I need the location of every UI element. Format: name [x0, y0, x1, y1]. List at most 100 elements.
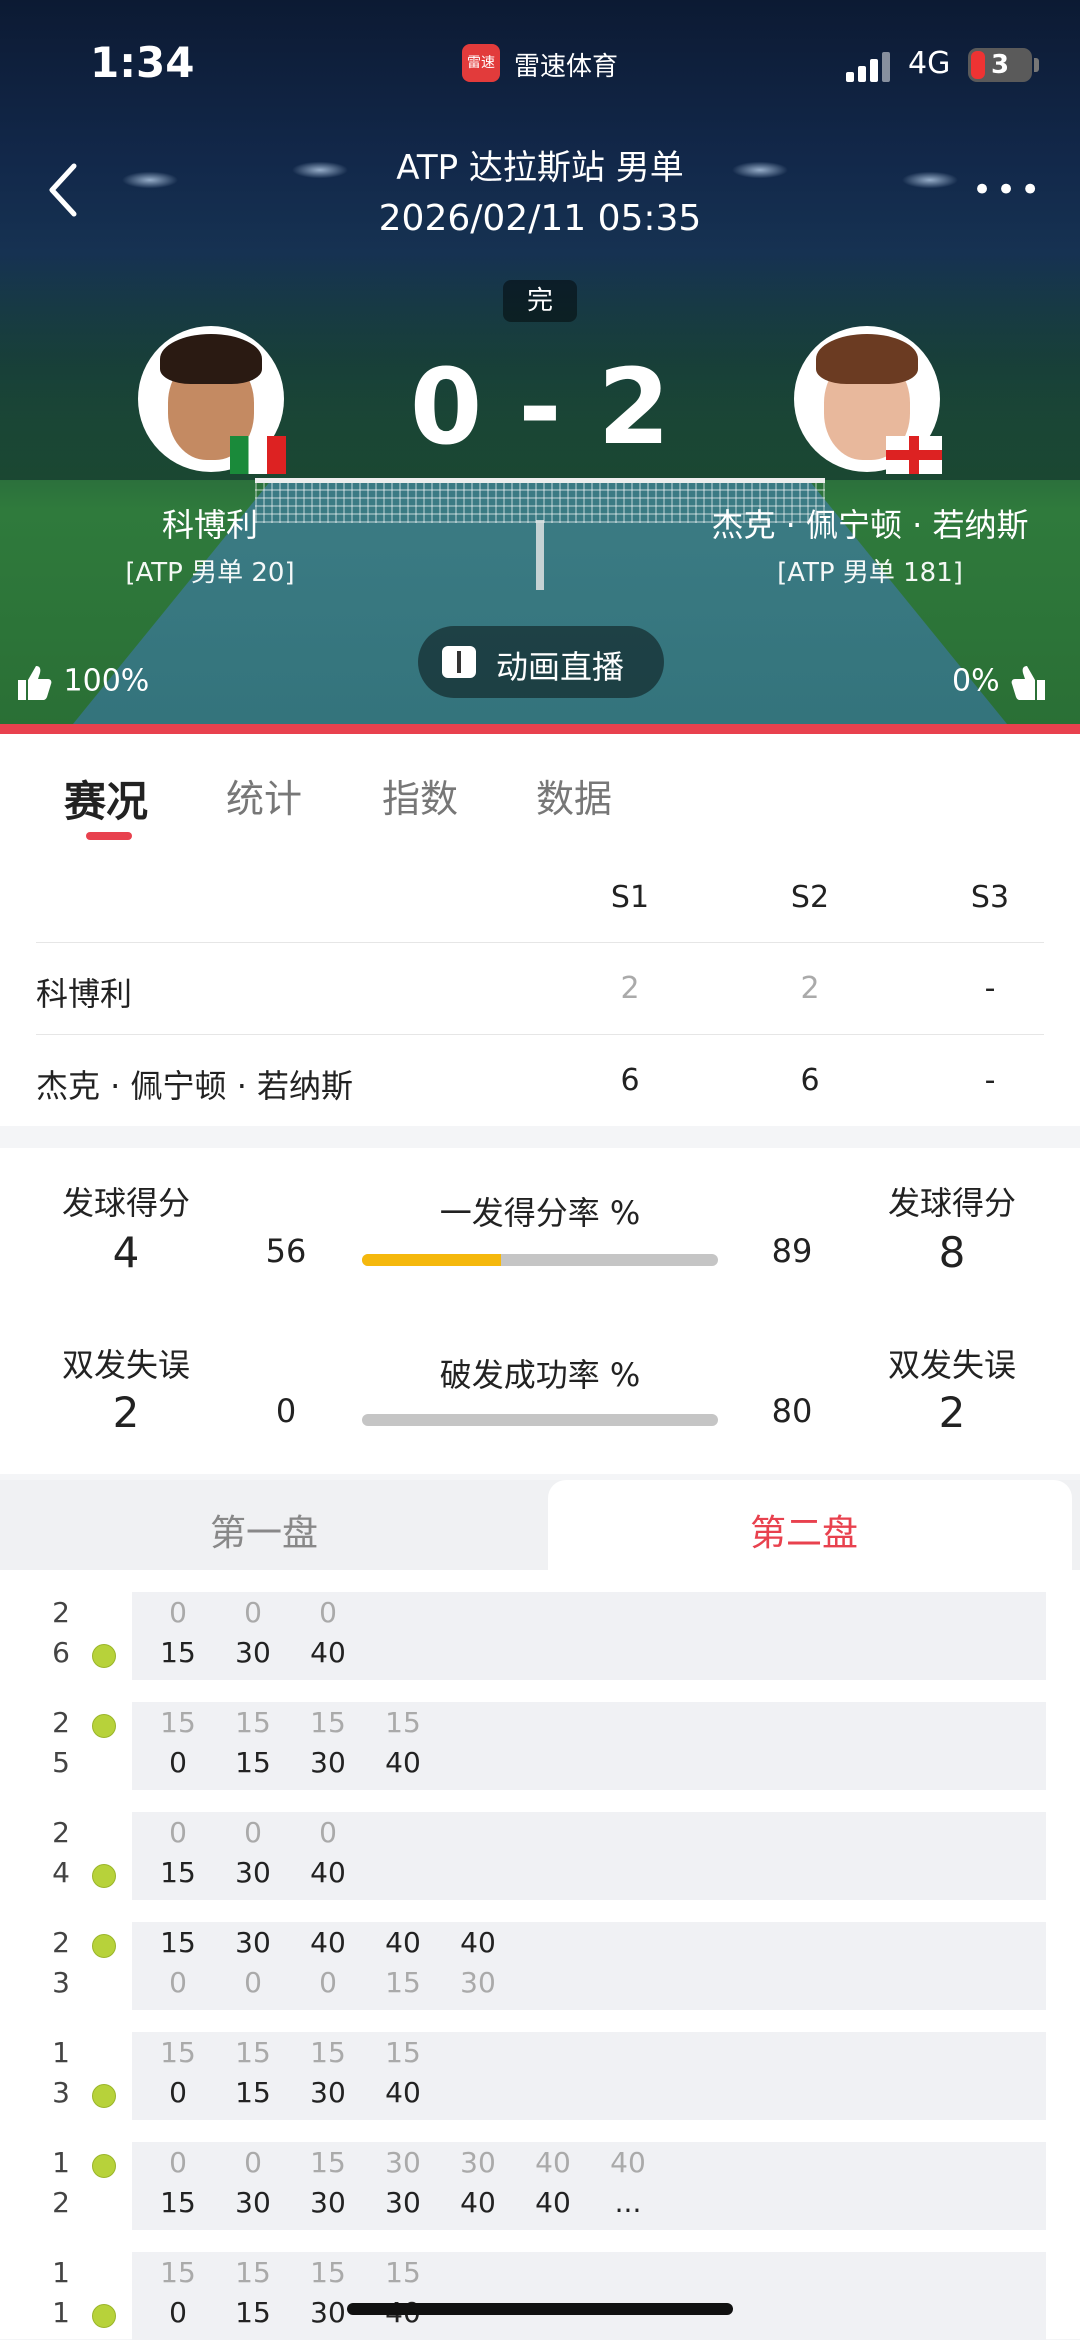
game-score: 1	[52, 2296, 70, 2329]
status-time: 1:34	[90, 38, 195, 87]
thumbs-up-icon	[1011, 666, 1046, 700]
first-serve-title: 一发得分率 %	[439, 1194, 641, 1232]
away-player-rank: [ATP 男单 181]	[777, 558, 963, 588]
game-point: 15	[160, 2256, 196, 2289]
tennis-ball-icon	[92, 2304, 116, 2328]
break-rate-right: 80	[771, 1392, 813, 1430]
match-datetime: 2026/02/11 05:35	[378, 198, 702, 239]
game-point: 15	[235, 2256, 271, 2289]
status-bar: 1:34 雷速 雷速体育 4G 3	[0, 0, 1080, 130]
game-point: 30	[385, 2186, 421, 2219]
game-point: 0	[169, 1746, 187, 1779]
game-point: 15	[160, 1926, 196, 1959]
game-point: 40	[385, 1746, 421, 1779]
game-point: 0	[169, 2296, 187, 2329]
tab-second-set[interactable]: 第二盘	[750, 1504, 858, 1556]
game-score: 2	[52, 1816, 70, 1849]
away-support-percent: 0%	[952, 663, 1000, 699]
home-support[interactable]: 100%	[14, 662, 149, 702]
game-point: 0	[169, 2146, 187, 2179]
game-point: 15	[235, 2036, 271, 2069]
game-point: 15	[160, 1706, 196, 1739]
game-point: 40	[535, 2146, 571, 2179]
home-support-percent: 100%	[63, 663, 150, 699]
serve-points-value: 4	[112, 1228, 140, 1277]
serve-stats: 发球得分 4 一发得分率 % 56 89 发球得分 8 双发失误 2 破发成功率…	[0, 1148, 1080, 1474]
game-point: 15	[160, 1636, 196, 1669]
game-point: 30	[235, 2186, 271, 2219]
first-serve-right: 89	[771, 1232, 813, 1270]
match-status-badge: 完	[503, 280, 577, 322]
signal-icon	[846, 50, 894, 82]
game-point: 40	[385, 1926, 421, 1959]
game-point: 30	[310, 2076, 346, 2109]
game-score: 4	[52, 1856, 70, 1889]
game-list: 2 0 0 0 6 15 30 40 2 15 15 15 15 5 0 15 30 40 2 0 0 0 4 15 30 40 2…	[0, 1570, 1080, 2340]
game-score: 2	[52, 2186, 70, 2219]
network-type: 4G	[908, 46, 951, 81]
game-point: 30	[310, 2186, 346, 2219]
double-fault-label: 双发失误	[61, 1346, 190, 1384]
game-point: 0	[169, 1816, 187, 1849]
home-indicator[interactable]	[347, 2303, 733, 2315]
england-flag-icon	[886, 436, 942, 474]
tennis-ball-icon	[92, 1644, 116, 1668]
game-point: 0	[244, 1966, 262, 1999]
game-point: 15	[160, 2036, 196, 2069]
table-row: 杰克 · 佩宁顿 · 若纳斯 6 6 -	[36, 1034, 1044, 1127]
game-point: 30	[385, 2146, 421, 2179]
set-header: S1	[610, 880, 650, 915]
game-row: 2 0 0 0 6 15 30 40	[0, 1592, 1080, 1680]
game-point: 30	[310, 1746, 346, 1779]
game-point: 0	[169, 2076, 187, 2109]
game-point: 15	[235, 2296, 271, 2329]
tennis-ball-icon	[92, 2154, 116, 2178]
away-support[interactable]: 0%	[952, 662, 1049, 702]
table-row: 科博利 2 2 -	[36, 942, 1044, 1035]
game-point: 15	[385, 2256, 421, 2289]
first-serve-left: 56	[265, 1232, 307, 1270]
app-logo-icon: 雷速	[462, 44, 500, 82]
game-point: 40	[310, 1926, 346, 1959]
tennis-ball-icon	[92, 1864, 116, 1888]
active-tab-indicator	[86, 832, 132, 840]
animation-live-label: 动画直播	[496, 648, 625, 686]
away-player-name[interactable]: 杰克 · 佩宁顿 · 若纳斯	[680, 500, 1060, 546]
game-score: 2	[52, 1706, 70, 1739]
game-point: 0	[169, 1966, 187, 1999]
game-point: 40	[610, 2146, 646, 2179]
game-point: 0	[169, 1596, 187, 1629]
game-point: 40	[460, 1926, 496, 1959]
game-point: 15	[310, 2256, 346, 2289]
game-point: 0	[244, 1596, 262, 1629]
game-point: 0	[319, 1966, 337, 1999]
tab-stats[interactable]: 统计	[226, 768, 302, 823]
game-point: 30	[235, 1636, 271, 1669]
battery-icon: 3	[968, 48, 1032, 82]
game-point: ...	[614, 2186, 642, 2219]
animation-live-button[interactable]: 动画直播	[418, 626, 664, 698]
tab-live[interactable]: 赛况	[64, 768, 148, 829]
game-point: 15	[160, 2186, 196, 2219]
set-score: 6	[800, 1063, 820, 1098]
break-rate-left: 0	[275, 1392, 297, 1430]
game-point: 40	[310, 1636, 346, 1669]
tab-odds[interactable]: 指数	[382, 768, 458, 823]
game-point: 30	[460, 1966, 496, 1999]
game-point: 15	[235, 1706, 271, 1739]
game-point: 15	[310, 1706, 346, 1739]
game-point: 0	[244, 2146, 262, 2179]
game-point: 0	[319, 1596, 337, 1629]
home-player-name[interactable]: 科博利	[60, 500, 360, 546]
game-point: 0	[244, 1816, 262, 1849]
row-player-name: 杰克 · 佩宁顿 · 若纳斯	[36, 1067, 354, 1105]
game-point: 15	[385, 1966, 421, 1999]
set-header: S3	[970, 880, 1010, 915]
tab-data[interactable]: 数据	[536, 768, 612, 823]
home-player-rank: [ATP 男单 20]	[125, 558, 295, 588]
live-animation-icon	[442, 646, 476, 678]
game-row: 1 15 15 15 15 3 0 15 30 40	[0, 2032, 1080, 2120]
game-point: 15	[235, 2076, 271, 2109]
tab-first-set[interactable]: 第一盘	[210, 1504, 318, 1556]
game-score: 3	[52, 2076, 70, 2109]
